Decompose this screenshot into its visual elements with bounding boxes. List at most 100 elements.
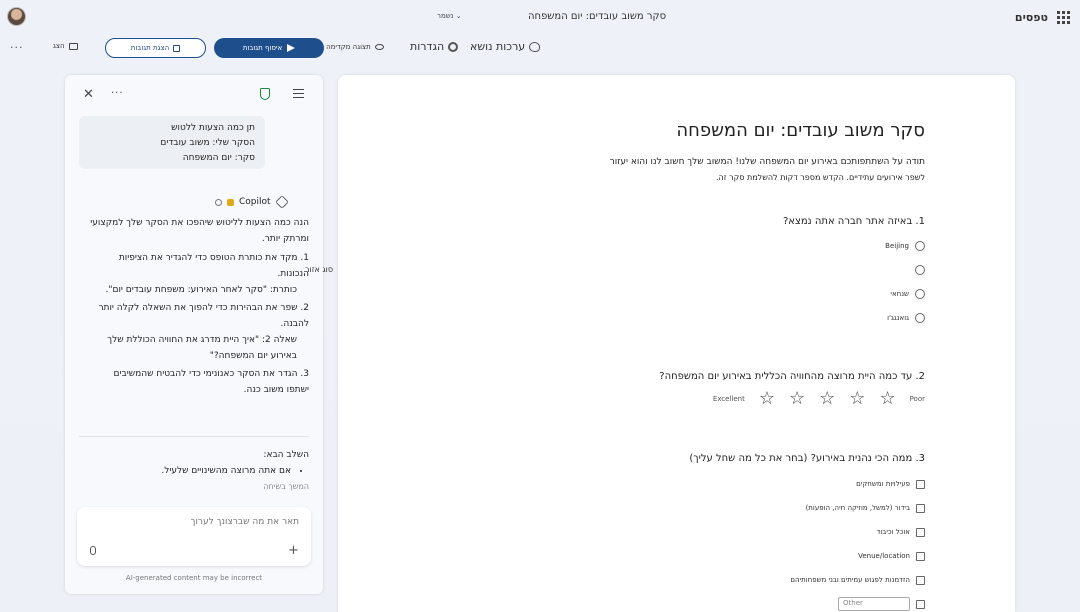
suggestion-item: 2. שפר את הבהירות כדי להפוך את השאלה לקל… — [89, 300, 309, 364]
form-description[interactable]: תודה על השתתפותכם באירוע יום המשפחה שלנו… — [525, 155, 925, 185]
form-title[interactable]: סקר משוב עובדים: יום המשפחה — [676, 120, 925, 141]
checkbox[interactable] — [916, 503, 925, 513]
settings-label: הגדרות — [410, 40, 445, 53]
more-options-icon[interactable]: ··· — [111, 88, 124, 99]
copilot-response: הנה כמה הצעות לליטוש שיהפכו את הסקר שלך … — [89, 215, 309, 400]
response-intro: הנה כמה הצעות לליטוש שיהפכו את הסקר שלך … — [90, 218, 309, 244]
suggestion-number: 2. — [300, 303, 309, 313]
form-description-line: לשפר אירועים עתידיים. הקדש מספר דקות להש… — [715, 173, 925, 182]
question-3[interactable]: 3. ממה הכי נהנית באירוע? (בחר את כל מה ש… — [365, 453, 925, 612]
top-bar: נשמר ⌄ סקר משוב עובדים: יום המשפחה טפסים — [0, 0, 1080, 34]
info-icon[interactable] — [215, 198, 222, 206]
checkbox-option[interactable]: Venue/location — [365, 544, 925, 568]
view-responses-button[interactable]: הצגת תגובות — [105, 38, 206, 58]
checkbox-option-other[interactable]: Other — [365, 592, 925, 612]
checkbox[interactable] — [916, 479, 925, 489]
eye-icon — [374, 44, 384, 50]
preview-label: תצוגה מקדימה — [326, 43, 371, 51]
preview-button[interactable]: תצוגה מקדימה — [326, 43, 384, 51]
present-label: הצג — [53, 42, 65, 50]
suggestion-text: מקד את כותרת הטופס כדי להגדיר את הציפיות… — [118, 253, 309, 279]
toolbar: ··· הצג הצגת תגובות איסוף תגובות תצוגה מ… — [0, 36, 1080, 62]
choice-label: שנחאי — [890, 290, 909, 298]
radio-button[interactable] — [915, 289, 925, 299]
checkbox-label: הזדמנות לפגוש עמיתים ובני משפחותיהם — [790, 576, 910, 584]
rating-high-label: Excellent — [712, 395, 745, 403]
question-2[interactable]: 2. עד כמה היית מרוצה מהחוויה הכללית באיר… — [365, 371, 925, 408]
checkbox-option[interactable]: פעילויות ומשחקים — [365, 472, 925, 496]
settings-button[interactable]: הגדרות — [410, 40, 459, 53]
save-state[interactable]: נשמר ⌄ — [437, 12, 462, 20]
palette-icon — [529, 41, 541, 52]
add-icon[interactable]: + — [288, 543, 299, 558]
checkbox-option[interactable]: הזדמנות לפגוש עמיתים ובני משפחותיהם — [365, 568, 925, 592]
checkbox-label: פעילויות ומשחקים — [856, 480, 910, 488]
copilot-panel: ✕ ··· תן כמה הצעות ללטוש הסקר שלי: משוב … — [65, 75, 323, 594]
choice-option[interactable]: Beijing — [365, 234, 925, 258]
question-title: 1. באיזה אתר חברה אתה נמצא? — [782, 216, 925, 227]
radio-button[interactable] — [915, 265, 925, 275]
suggestion-detail: כותרת: "סקר לאחר האירוע: משפחת עובדים יו… — [105, 285, 298, 295]
question-title: 2. עד כמה היית מרוצה מהחוויה הכללית באיר… — [659, 371, 925, 382]
choice-option[interactable] — [365, 258, 925, 282]
next-step: השלב הבא: אם אתה מרוצה מהשינויים שלעיל. … — [89, 447, 309, 495]
star-icon[interactable]: ☆ — [849, 390, 865, 408]
star-icon[interactable]: ☆ — [819, 390, 835, 408]
choice-option[interactable]: שנחאי — [365, 282, 925, 306]
app-name[interactable]: טפסים — [1015, 11, 1048, 24]
star-icon[interactable]: ☆ — [759, 390, 775, 408]
responses-icon — [173, 44, 181, 52]
monitor-icon — [68, 42, 78, 50]
checkbox-label: בידור (למשל, מוזיקה חיה, הופעות) — [805, 504, 910, 512]
user-prompt-line: סקר: יום המשפחה — [182, 153, 255, 163]
checkbox[interactable] — [916, 599, 925, 609]
checkbox[interactable] — [916, 551, 925, 561]
form-description-line: תודה על השתתפותכם באירוע יום המשפחה שלנו… — [609, 157, 925, 167]
radio-button[interactable] — [915, 241, 925, 251]
suggestion-text: הגדר את הסקר כאנונימי כדי להבטיח שהמשיבי… — [113, 369, 309, 395]
user-prompt-bubble: תן כמה הצעות ללטוש הסקר שלי: משוב עובדים… — [79, 116, 265, 169]
copilot-response-header: Copilot — [215, 195, 310, 209]
microphone-icon[interactable] — [90, 546, 96, 555]
suggestion-item: 1. מקד את כותרת הטופס כדי להגדיר את הציפ… — [89, 250, 310, 298]
checkbox-option[interactable]: אוכל וכיבוד — [365, 520, 925, 544]
choice-option[interactable]: גואנגג'ו — [365, 306, 925, 330]
radio-button[interactable] — [915, 313, 925, 323]
document-title: סקר משוב עובדים: יום המשפחה — [528, 11, 667, 22]
divider — [79, 436, 309, 437]
user-prompt-line: תן כמה הצעות ללטוש — [171, 123, 255, 133]
app-launcher-icon[interactable] — [1057, 11, 1070, 24]
next-step-heading: השלב הבא: — [263, 450, 309, 460]
next-step-fade: המשך בשיחה — [263, 482, 309, 491]
rating-stars: Poor ☆ ☆ ☆ ☆ ☆ Excellent — [365, 390, 925, 408]
copilot-logo-icon — [274, 195, 289, 209]
menu-icon[interactable] — [293, 89, 304, 100]
close-icon[interactable]: ✕ — [83, 87, 94, 102]
more-options-icon[interactable]: ··· — [10, 41, 24, 54]
checkbox[interactable] — [916, 575, 925, 585]
themes-label: ערכות נושא — [470, 40, 526, 53]
suggestion-number: 3. — [300, 369, 309, 379]
user-avatar[interactable] — [7, 7, 26, 26]
checkbox[interactable] — [916, 527, 925, 537]
suggestion-detail: שאלה 2: "איך היית מדרג את החוויה הכוללת … — [107, 335, 297, 361]
checkbox-option[interactable]: בידור (למשל, מוזיקה חיה, הופעות) — [365, 496, 925, 520]
sparkle-icon — [227, 198, 234, 206]
suggestion-number: 1. — [300, 253, 309, 263]
other-input[interactable]: Other — [838, 597, 910, 611]
question-1[interactable]: 1. באיזה אתר חברה אתה נמצא? Beijing שנחא… — [365, 216, 925, 330]
shield-icon[interactable] — [260, 88, 270, 100]
collect-responses-label: איסוף תגובות — [242, 44, 283, 52]
compose-box: + — [77, 507, 311, 566]
send-icon — [287, 44, 296, 52]
collect-responses-button[interactable]: איסוף תגובות — [214, 38, 324, 58]
rating-low-label: Poor — [909, 395, 925, 403]
star-icon[interactable]: ☆ — [789, 390, 805, 408]
present-button[interactable]: הצג — [53, 42, 78, 50]
gear-icon — [448, 41, 459, 52]
view-responses-label: הצגת תגובות — [130, 44, 170, 52]
prompt-input[interactable] — [99, 517, 299, 527]
star-icon[interactable]: ☆ — [879, 390, 895, 408]
form-canvas: סקר משוב עובדים: יום המשפחה תודה על השתת… — [338, 75, 1015, 612]
themes-button[interactable]: ערכות נושא — [470, 40, 541, 53]
